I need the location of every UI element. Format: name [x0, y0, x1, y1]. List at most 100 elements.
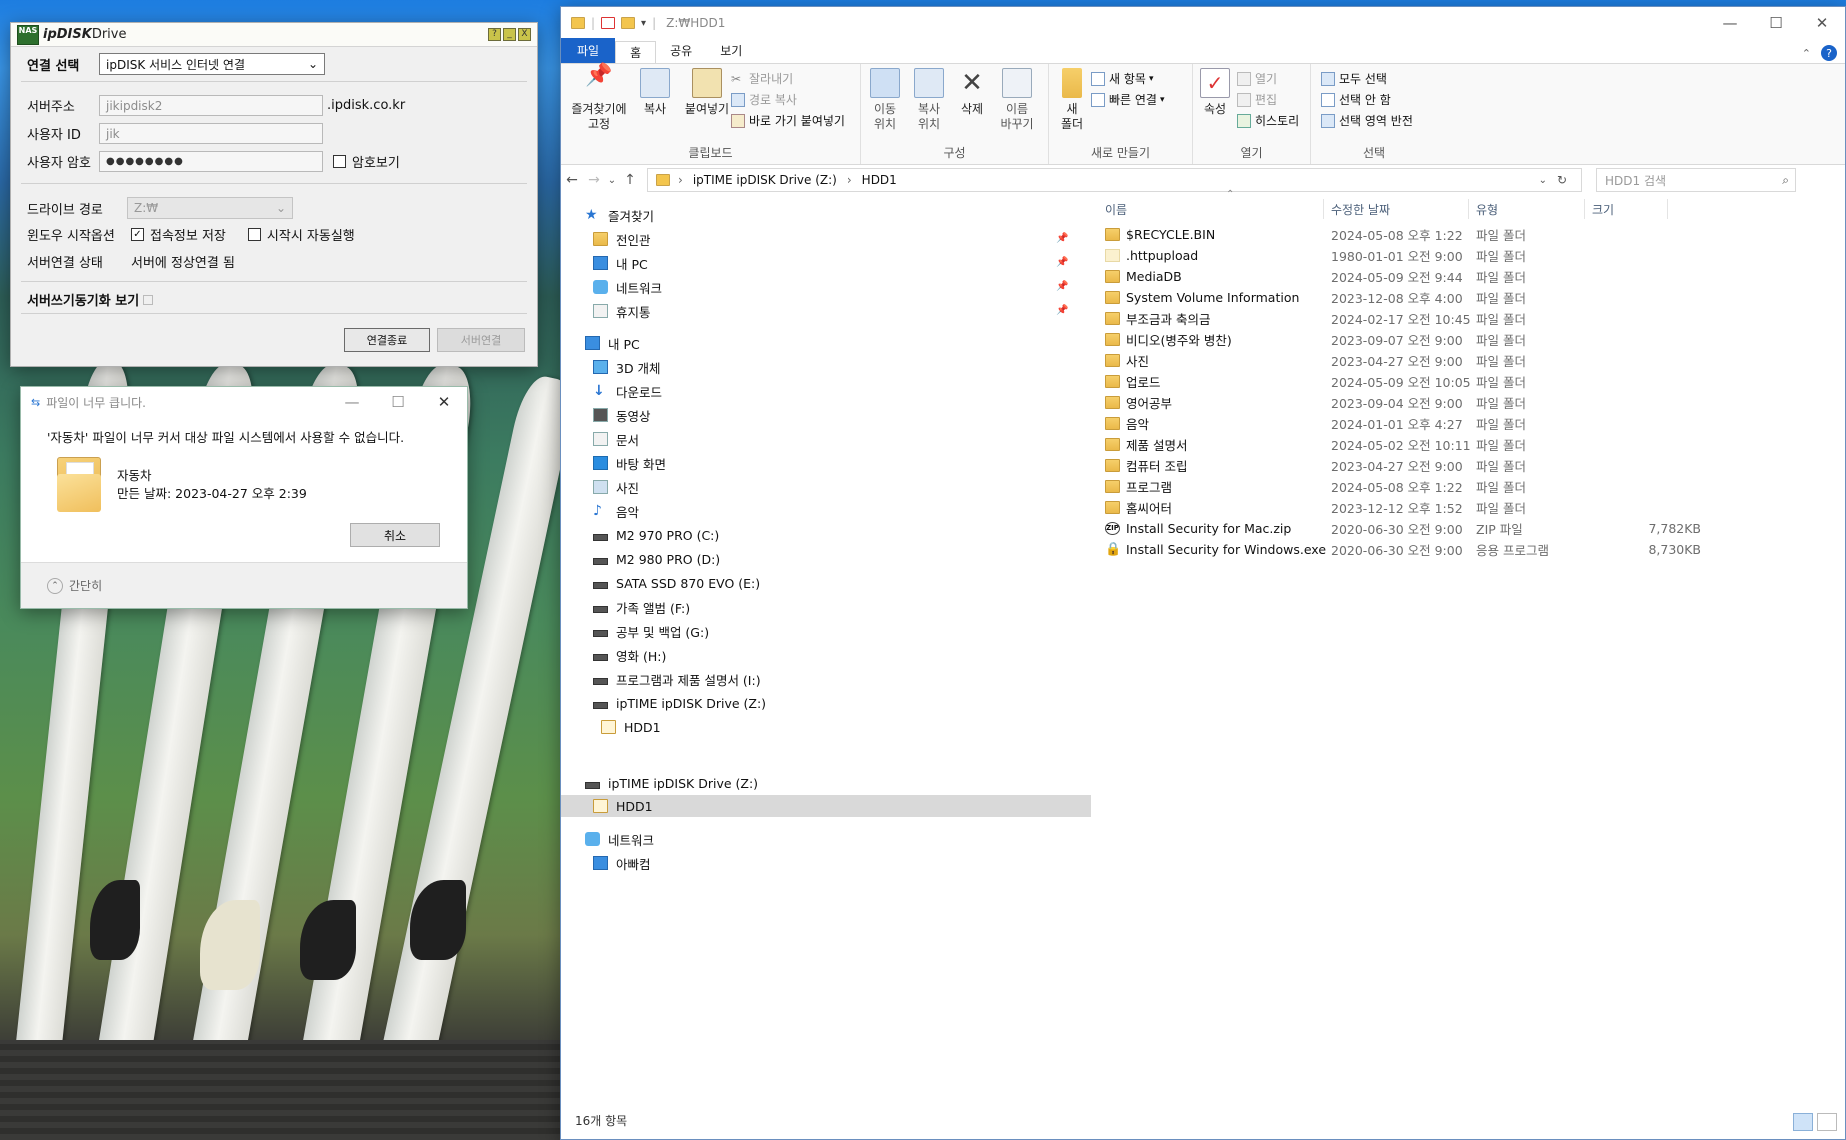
nav-item[interactable]: 영화 (H:): [593, 644, 666, 666]
file-row[interactable]: 사진 2023-04-27 오전 9:00 파일 폴더: [1101, 350, 1841, 371]
forward-arrow-icon[interactable]: →: [583, 172, 605, 188]
nav-drive-z[interactable]: ipTIME ipDISK Drive (Z:): [585, 772, 758, 794]
tab-view[interactable]: 보기: [706, 38, 756, 63]
autorun-checkbox[interactable]: [247, 228, 261, 241]
explorer-titlebar[interactable]: | ▾ | Z:₩HDD1 — ☐ ✕: [561, 7, 1845, 39]
address-bar[interactable]: › ipTIME ipDISK Drive (Z:) › HDD1 ⌄ ↻: [647, 168, 1582, 192]
recent-dropdown-icon[interactable]: ⌄: [605, 175, 619, 186]
invert-select-button[interactable]: 선택 영역 반전: [1321, 112, 1413, 129]
nav-item[interactable]: HDD1: [601, 716, 661, 738]
nav-quick-access[interactable]: ★ 즐겨찾기: [585, 204, 654, 226]
collapse-ribbon-icon[interactable]: ⌃: [1802, 47, 1811, 60]
nav-item[interactable]: 3D 개체: [593, 356, 661, 378]
up-arrow-icon[interactable]: ↑: [619, 172, 641, 188]
breadcrumb-hdd1[interactable]: HDD1: [862, 173, 897, 187]
move-to-button[interactable]: 이동 위치: [865, 68, 905, 132]
server-addr-field[interactable]: jikipdisk2: [99, 95, 323, 116]
tab-file[interactable]: 파일: [561, 38, 616, 63]
nav-item[interactable]: 휴지통: [593, 300, 651, 322]
file-row[interactable]: 음악 2024-01-01 오후 4:27 파일 폴더: [1101, 413, 1841, 434]
nav-item[interactable]: M2 970 PRO (C:): [593, 524, 719, 546]
nav-item[interactable]: ↓ 다운로드: [593, 380, 662, 402]
file-row[interactable]: 🔒 Install Security for Windows.exe 2020-06…: [1101, 539, 1841, 560]
nav-item[interactable]: 공부 및 백업 (G:): [593, 620, 709, 642]
nav-item[interactable]: ♪ 음악: [593, 500, 639, 522]
password-field[interactable]: ●●●●●●●●: [99, 151, 323, 172]
rename-button[interactable]: 이름 바꾸기: [995, 68, 1039, 132]
cancel-button[interactable]: 취소: [350, 523, 440, 547]
file-row[interactable]: 제품 설명서 2024-05-02 오전 10:11 파일 폴더: [1101, 434, 1841, 455]
file-row[interactable]: 컴퓨터 조립 2023-04-27 오전 9:00 파일 폴더: [1101, 455, 1841, 476]
address-dropdown-icon[interactable]: ⌄: [1539, 175, 1547, 186]
nav-item[interactable]: SATA SSD 870 EVO (E:): [593, 572, 760, 594]
file-row[interactable]: System Volume Information 2023-12-08 오후 4…: [1101, 287, 1841, 308]
nav-this-pc[interactable]: 내 PC: [585, 332, 640, 354]
nav-item-hdd1-selected[interactable]: HDD1: [593, 795, 653, 817]
file-row[interactable]: 비디오(병주와 병찬) 2023-09-07 오전 9:00 파일 폴더: [1101, 329, 1841, 350]
nav-item[interactable]: 내 PC: [593, 252, 648, 274]
new-item-button[interactable]: 새 항목 ▾: [1091, 70, 1153, 87]
sync-view-label[interactable]: 서버쓰기동기화 보기: [27, 290, 139, 309]
file-row[interactable]: 부조금과 축의금 2024-02-17 오전 10:45 파일 폴더: [1101, 308, 1841, 329]
nav-network[interactable]: 네트워크: [585, 828, 654, 850]
copy-button[interactable]: 복사: [635, 68, 675, 117]
paste-button[interactable]: 붙여넣기: [679, 68, 735, 117]
file-row[interactable]: 영어공부 2023-09-04 오전 9:00 파일 폴더: [1101, 392, 1841, 413]
file-row[interactable]: 프로그램 2024-05-08 오후 1:22 파일 폴더: [1101, 476, 1841, 497]
search-input[interactable]: HDD1 검색 ⌕: [1596, 168, 1796, 192]
new-folder-button[interactable]: 새 폴더: [1055, 68, 1089, 132]
nav-item[interactable]: 바탕 화면: [593, 452, 666, 474]
conn-select-dropdown[interactable]: ipDISK 서비스 인터넷 연결 ⌄: [99, 53, 325, 75]
user-id-field[interactable]: jik: [99, 123, 323, 144]
dialog-titlebar[interactable]: ⇆ 파일이 너무 큽니다. — ☐ ✕: [21, 387, 467, 417]
details-view-button[interactable]: [1793, 1113, 1813, 1131]
help-icon[interactable]: ?: [1821, 45, 1837, 61]
nav-item[interactable]: 아빠컴: [593, 852, 651, 874]
easy-access-button[interactable]: 빠른 연결 ▾: [1091, 91, 1165, 108]
tab-home[interactable]: 홈: [615, 41, 657, 63]
close-button[interactable]: X: [518, 28, 531, 41]
minimize-icon[interactable]: —: [329, 393, 375, 411]
file-row[interactable]: $RECYCLE.BIN 2024-05-08 오후 1:22 파일 폴더: [1101, 224, 1841, 245]
nav-item[interactable]: 문서: [593, 428, 639, 450]
pin-quick-access-button[interactable]: 📌 즐겨찾기에 고정: [567, 65, 631, 132]
customize-dropdown-icon[interactable]: ▾: [641, 18, 646, 29]
tab-share[interactable]: 공유: [656, 38, 706, 63]
nav-item[interactable]: ipTIME ipDISK Drive (Z:): [593, 692, 766, 714]
paste-shortcut-button[interactable]: 바로 가기 붙여넣기: [731, 112, 845, 129]
close-icon[interactable]: ✕: [1799, 14, 1845, 32]
new-folder-icon[interactable]: [621, 17, 636, 29]
minimize-button[interactable]: _: [503, 28, 516, 41]
column-size[interactable]: 크기: [1592, 197, 1614, 221]
select-none-button[interactable]: 선택 안 함: [1321, 91, 1391, 108]
nav-item[interactable]: 네트워크: [593, 276, 662, 298]
delete-button[interactable]: ✕ 삭제: [955, 68, 989, 117]
save-conn-checkbox[interactable]: ✓: [131, 228, 144, 241]
edit-button[interactable]: 편집: [1237, 91, 1277, 108]
disconnect-button[interactable]: 연결종료: [344, 328, 430, 352]
copy-path-button[interactable]: 경로 복사: [731, 91, 797, 108]
minimize-icon[interactable]: —: [1707, 14, 1753, 32]
properties-icon[interactable]: [601, 17, 616, 29]
nav-item[interactable]: 프로그램과 제품 설명서 (I:): [593, 668, 761, 690]
file-row[interactable]: 홈씨어터 2023-12-12 오후 1:52 파일 폴더: [1101, 497, 1841, 518]
file-row[interactable]: .httpupload 1980-01-01 오전 9:00 파일 폴더: [1101, 245, 1841, 266]
maximize-icon[interactable]: ☐: [1753, 14, 1799, 32]
drive-path-dropdown[interactable]: Z:₩ ⌄: [127, 197, 293, 219]
nav-item[interactable]: 가족 앨범 (F:): [593, 596, 690, 618]
file-row[interactable]: ZIP Install Security for Mac.zip 2020-06-3…: [1101, 518, 1841, 539]
large-icons-view-button[interactable]: [1817, 1113, 1837, 1131]
column-name[interactable]: 이름: [1105, 197, 1127, 221]
maximize-icon[interactable]: ☐: [375, 393, 421, 411]
properties-button[interactable]: ✓ 속성: [1197, 68, 1233, 117]
close-icon[interactable]: ✕: [421, 393, 467, 411]
open-button[interactable]: 열기: [1237, 70, 1277, 87]
nav-item[interactable]: 사진: [593, 476, 639, 498]
column-type[interactable]: 유형: [1476, 197, 1498, 221]
back-arrow-icon[interactable]: ←: [561, 172, 583, 188]
connect-button[interactable]: 서버연결: [437, 328, 525, 352]
nav-item[interactable]: 전인관: [593, 228, 651, 250]
file-row[interactable]: MediaDB 2024-05-09 오전 9:44 파일 폴더: [1101, 266, 1841, 287]
cut-button[interactable]: ✂ 잘라내기: [731, 70, 793, 87]
copy-to-button[interactable]: 복사 위치: [909, 68, 949, 132]
